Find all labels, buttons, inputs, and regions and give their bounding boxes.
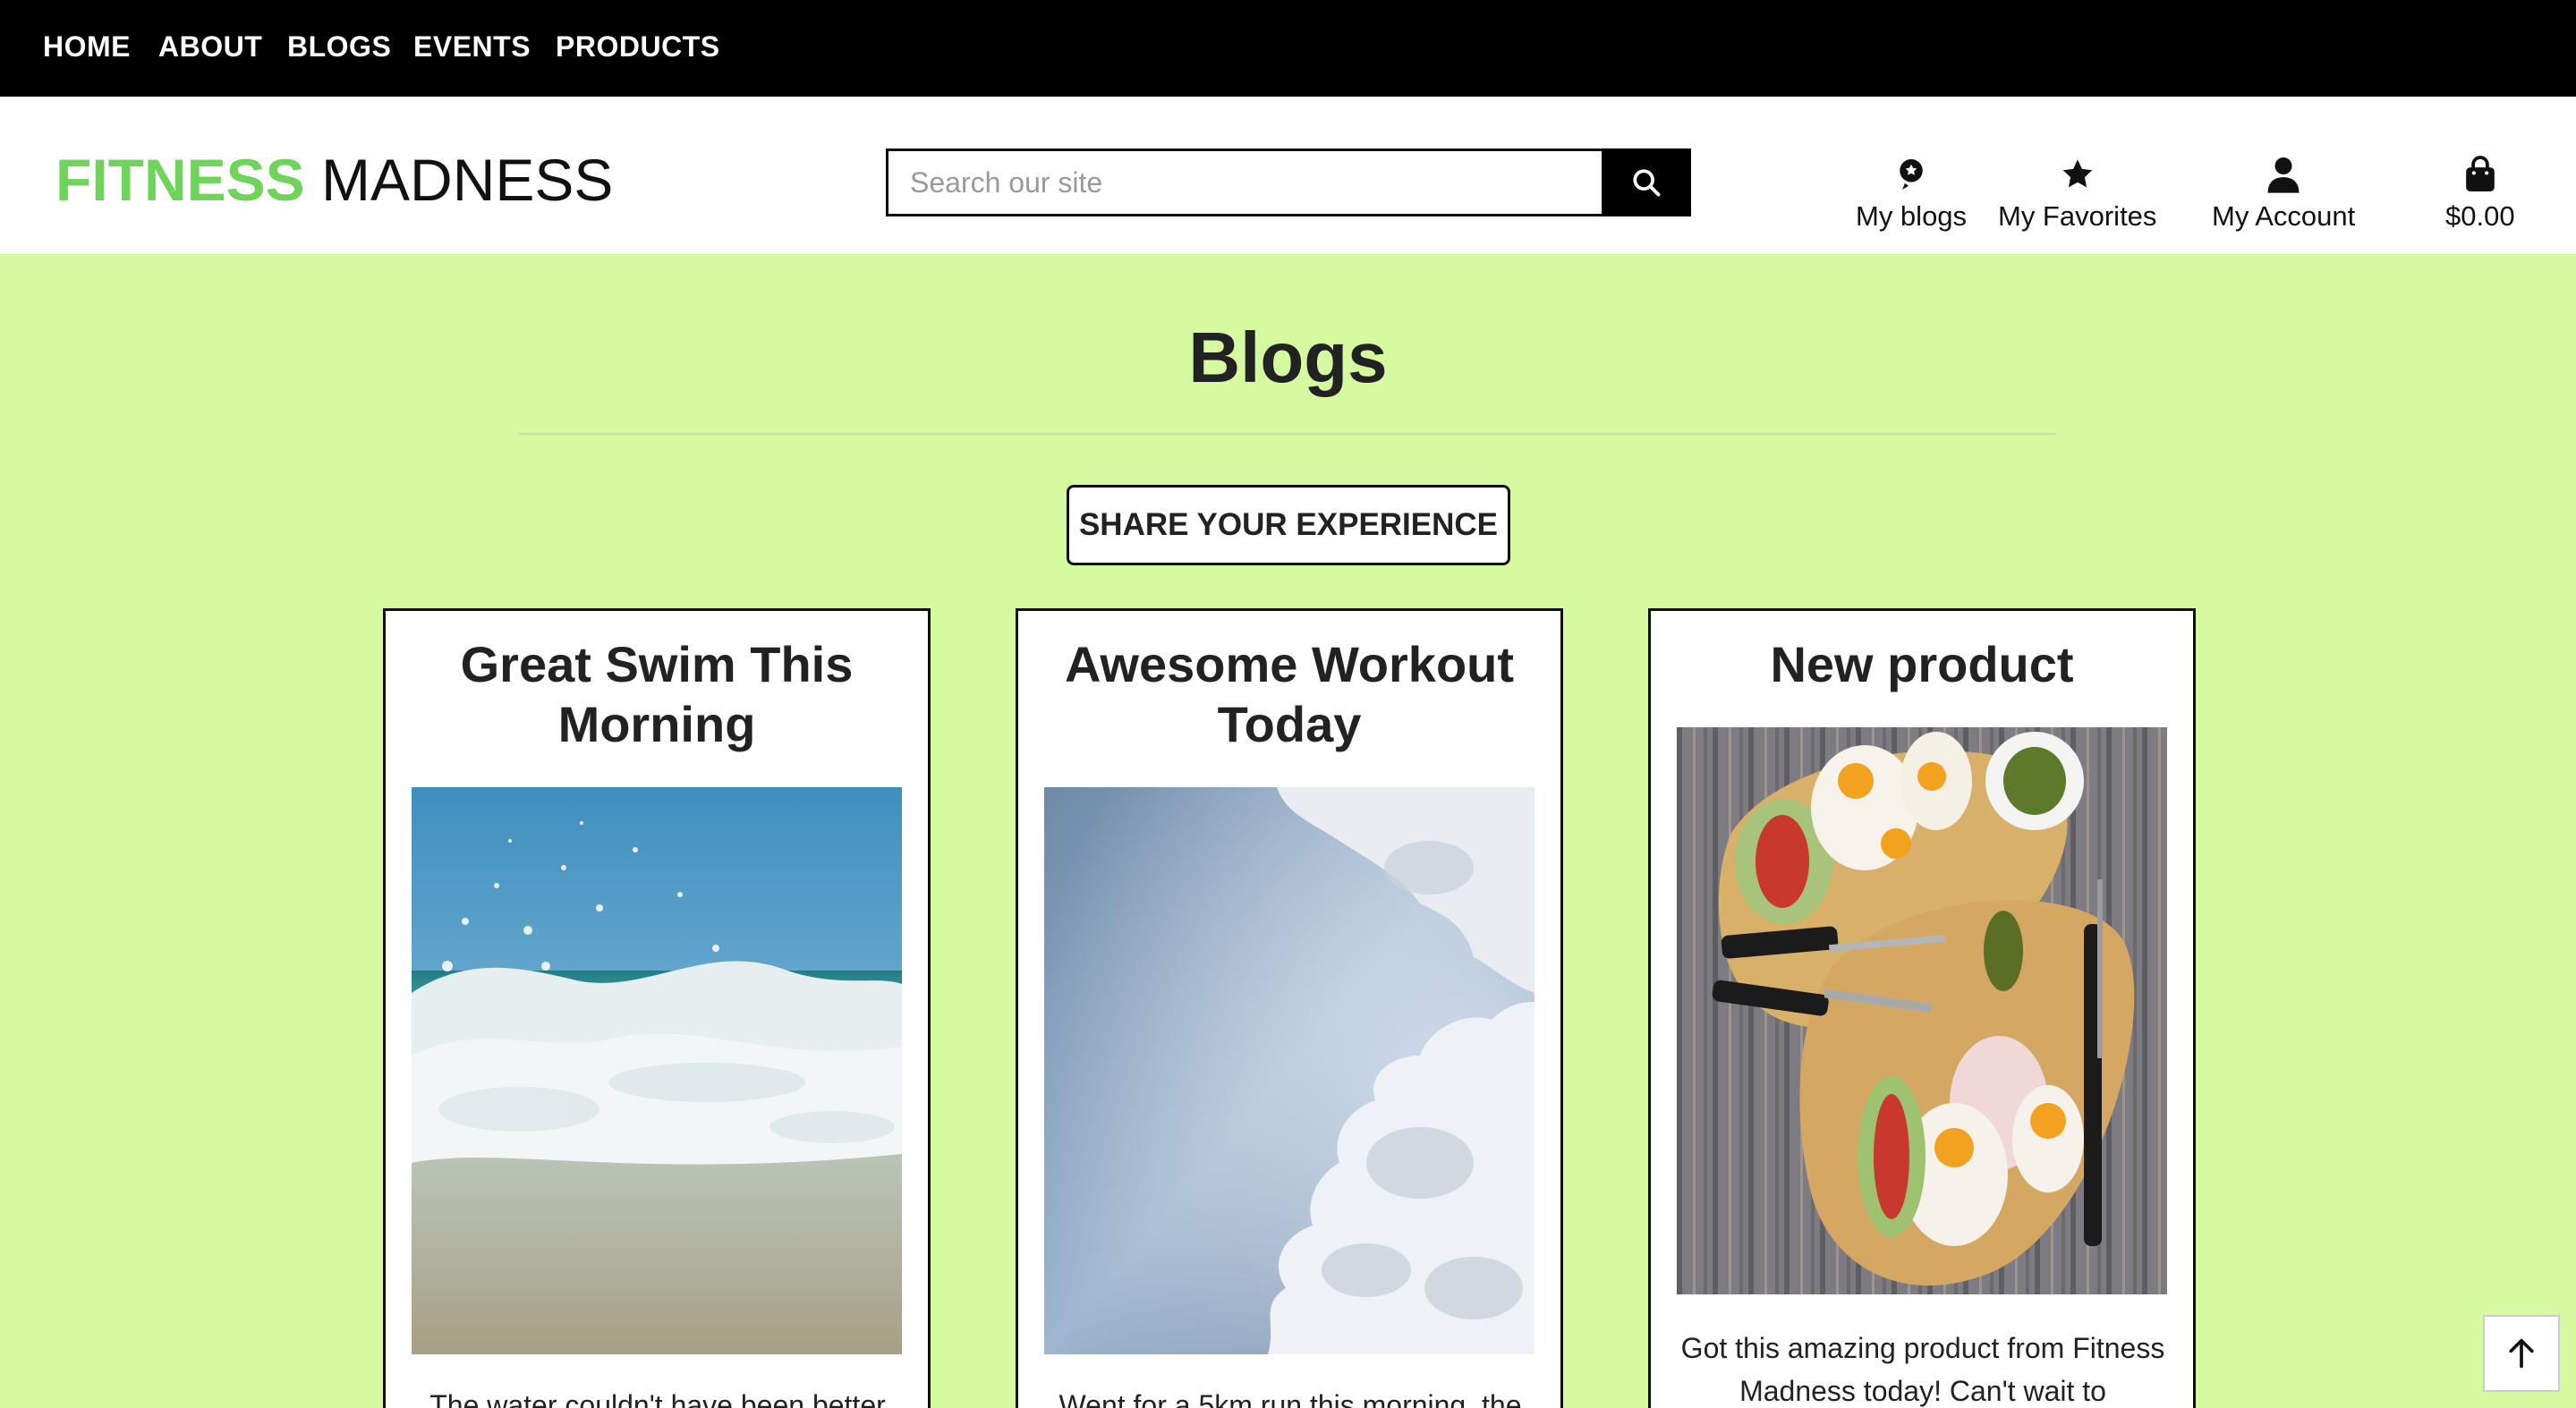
shopping-bag-icon: [2465, 156, 2495, 191]
star-icon: [2062, 159, 2093, 188]
share-experience-button[interactable]: SHARE YOUR EXPERIENCE: [1067, 485, 1510, 565]
my-blogs-link[interactable]: My blogs: [1856, 156, 1967, 233]
card-title[interactable]: Great Swim This Morning: [404, 634, 910, 754]
card-excerpt: Got this amazing product from Fitness Ma…: [1680, 1332, 2165, 1407]
nav-products[interactable]: PRODUCTS: [556, 30, 720, 64]
nav-events[interactable]: EVENTS: [413, 30, 531, 64]
ocean-wave-photo[interactable]: [412, 787, 902, 1354]
blog-badge-icon: [1900, 159, 1923, 190]
site-logo[interactable]: FITNESS MADNESS: [55, 150, 613, 209]
card-title[interactable]: Awesome Workout Today: [1036, 634, 1543, 754]
scroll-top-button[interactable]: [2483, 1315, 2560, 1392]
card-excerpt: The water couldn't have been better: [429, 1389, 886, 1408]
my-favorites-link[interactable]: My Favorites: [1998, 156, 2156, 233]
search-icon: [1633, 169, 1661, 197]
page-title: Blogs: [1188, 318, 1388, 397]
blog-card[interactable]: New product Got this amazing product fro…: [1648, 608, 2196, 1408]
my-blogs-label: My blogs: [1856, 200, 1968, 232]
logo-fitness: FITNESS: [55, 147, 305, 213]
blog-card[interactable]: Awesome Workout Today Went for a 5km run…: [1016, 608, 1563, 1408]
user-icon: [2267, 157, 2300, 193]
search-input[interactable]: [886, 148, 1602, 216]
sky-clouds-photo[interactable]: [1044, 787, 1535, 1354]
cart-link[interactable]: $0.00: [2445, 156, 2515, 233]
my-favorites-label: My Favorites: [1998, 200, 2157, 232]
nav-home[interactable]: HOME: [43, 30, 131, 64]
top-nav: HOME ABOUT BLOGS EVENTS PRODUCTS: [0, 0, 2576, 97]
logo-madness: MADNESS: [321, 147, 614, 213]
nav-blogs[interactable]: BLOGS: [287, 30, 391, 64]
search-bar: [886, 148, 1691, 216]
cart-total: $0.00: [2445, 200, 2515, 232]
breakfast-board-photo[interactable]: [1677, 727, 2167, 1294]
nav-about[interactable]: ABOUT: [158, 30, 262, 64]
arrow-up-icon: [2509, 1338, 2534, 1369]
my-account-label: My Account: [2212, 200, 2356, 232]
title-divider: [519, 433, 2056, 435]
my-account-link[interactable]: My Account: [2212, 156, 2355, 233]
blog-card[interactable]: Great Swim This Morning The water couldn…: [383, 608, 931, 1408]
card-title[interactable]: New product: [1669, 634, 2175, 694]
search-button[interactable]: [1602, 148, 1691, 216]
site-header: FITNESS MADNESS My blogs My Favorites My…: [0, 97, 2576, 254]
card-excerpt: Went for a 5km run this morning, the: [1058, 1389, 1522, 1408]
